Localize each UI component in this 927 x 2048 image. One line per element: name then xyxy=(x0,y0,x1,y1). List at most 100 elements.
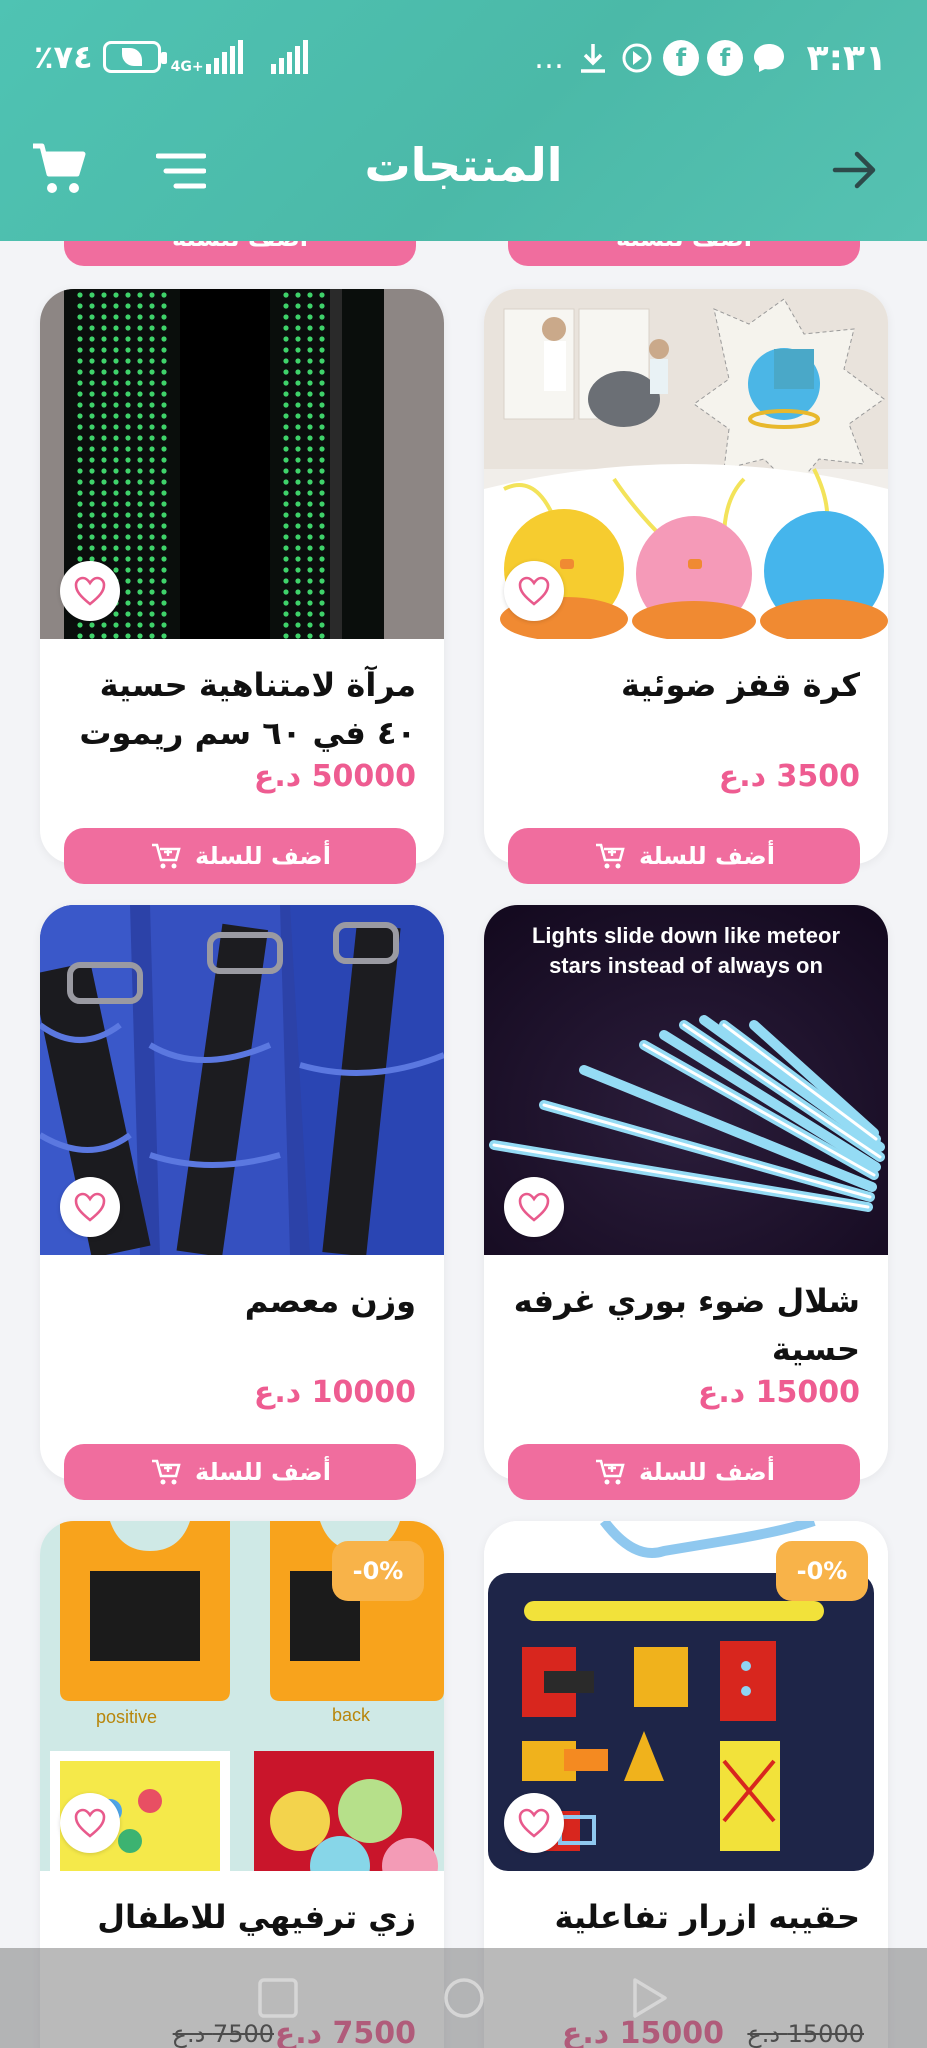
led-dot xyxy=(137,303,143,309)
led-dot xyxy=(319,435,325,441)
led-dot xyxy=(89,622,95,628)
product-name: زي ترفيهي للاطفال xyxy=(97,1898,416,1936)
led-dot xyxy=(149,314,155,320)
favorite-button[interactable] xyxy=(504,1177,564,1237)
led-dot xyxy=(319,325,325,331)
led-dot xyxy=(295,369,301,375)
led-dot xyxy=(295,424,301,430)
add-to-cart-button[interactable]: أضف للسلة xyxy=(508,828,860,884)
favorite-button[interactable] xyxy=(60,561,120,621)
led-dot xyxy=(307,314,313,320)
led-dot xyxy=(113,622,119,628)
led-dot xyxy=(161,589,167,595)
led-dot xyxy=(137,336,143,342)
led-dot xyxy=(113,512,119,518)
led-dot xyxy=(283,578,289,584)
product-card[interactable]: مرآة لامتناهية حسية ٤٠ في ٦٠ سم ريموت 50… xyxy=(40,289,444,864)
led-dot xyxy=(101,336,107,342)
image-label: back xyxy=(332,1705,371,1725)
add-to-cart-button[interactable]: أضف للسلة xyxy=(64,828,416,884)
led-dot xyxy=(101,292,107,298)
led-dot xyxy=(149,424,155,430)
led-dot xyxy=(295,314,301,320)
led-dot xyxy=(161,545,167,551)
led-dot xyxy=(137,534,143,540)
led-dot xyxy=(89,369,95,375)
favorite-button[interactable] xyxy=(504,561,564,621)
led-dot xyxy=(125,468,131,474)
led-dot xyxy=(149,457,155,463)
product-card[interactable]: وزن معصم 10000 د.ع xyxy=(40,905,444,1480)
led-dot xyxy=(77,292,83,298)
led-dot xyxy=(137,347,143,353)
led-dot xyxy=(149,446,155,452)
led-dot xyxy=(161,435,167,441)
led-dot xyxy=(319,578,325,584)
led-dot xyxy=(149,556,155,562)
led-dot xyxy=(137,314,143,320)
add-to-cart-button[interactable]: أضف للسلة xyxy=(64,1444,416,1500)
led-dot xyxy=(77,490,83,496)
signal-2-icon xyxy=(270,40,308,74)
heart-icon xyxy=(74,1808,106,1838)
led-dot xyxy=(137,435,143,441)
led-dot xyxy=(319,534,325,540)
led-dot xyxy=(101,468,107,474)
led-dot xyxy=(101,490,107,496)
led-dot xyxy=(137,369,143,375)
led-dot xyxy=(137,446,143,452)
led-dot xyxy=(113,402,119,408)
led-dot xyxy=(149,611,155,617)
led-dot xyxy=(295,490,301,496)
led-dot xyxy=(113,545,119,551)
led-dot xyxy=(101,369,107,375)
led-dot xyxy=(125,347,131,353)
led-dot xyxy=(113,424,119,430)
product-name: وزن معصم xyxy=(244,1282,416,1320)
favorite-button[interactable] xyxy=(60,1793,120,1853)
favorite-button[interactable] xyxy=(504,1793,564,1853)
add-to-cart-button[interactable]: أضف للسلة xyxy=(508,1444,860,1500)
led-dot xyxy=(295,534,301,540)
led-dot xyxy=(149,534,155,540)
led-dot xyxy=(89,512,95,518)
led-dot xyxy=(307,446,313,452)
led-dot xyxy=(319,457,325,463)
filter-button[interactable] xyxy=(155,150,207,192)
led-dot xyxy=(283,336,289,342)
led-dot xyxy=(101,413,107,419)
led-dot xyxy=(295,578,301,584)
arrow-right-icon xyxy=(832,151,876,189)
led-dot xyxy=(295,457,301,463)
led-dot xyxy=(161,611,167,617)
heart-icon xyxy=(518,576,550,606)
led-dot xyxy=(101,633,107,639)
led-dot xyxy=(77,325,83,331)
led-dot xyxy=(307,611,313,617)
product-card[interactable]: Lights slide down like meteor stars inst… xyxy=(484,905,888,1480)
signal-icon: 4G+ xyxy=(171,40,243,74)
recent-apps-button[interactable] xyxy=(255,1975,301,2021)
led-dot xyxy=(307,545,313,551)
led-dot xyxy=(125,446,131,452)
back-button[interactable] xyxy=(827,142,883,198)
back-nav-button[interactable] xyxy=(627,1975,673,2021)
led-dot xyxy=(125,435,131,441)
favorite-button[interactable] xyxy=(60,1177,120,1237)
led-dot xyxy=(77,391,83,397)
cart-button[interactable] xyxy=(30,140,88,198)
led-dot xyxy=(149,336,155,342)
led-dot xyxy=(149,435,155,441)
led-dot xyxy=(149,589,155,595)
led-dot xyxy=(161,534,167,540)
home-button[interactable] xyxy=(441,1975,487,2021)
led-dot xyxy=(89,545,95,551)
led-dot xyxy=(283,380,289,386)
led-dot xyxy=(77,457,83,463)
led-dot xyxy=(113,347,119,353)
led-dot xyxy=(137,424,143,430)
product-card[interactable]: كرة قفز ضوئية 3500 د.ع xyxy=(484,289,888,864)
led-dot xyxy=(101,424,107,430)
led-dot xyxy=(89,391,95,397)
led-dot xyxy=(283,501,289,507)
